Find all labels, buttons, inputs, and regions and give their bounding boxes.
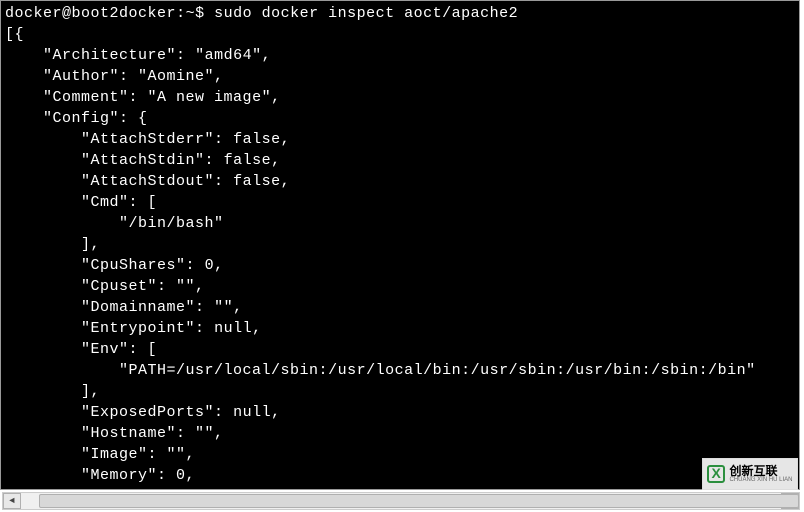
field-hostname-value: "", (195, 425, 224, 442)
field-architecture-value: "amd64", (195, 47, 271, 64)
field-config-key: "Config" (43, 110, 119, 127)
watermark-logo: 创新互联 CHUANG XIN HU LIAN (707, 465, 792, 483)
field-cpushares-key: "CpuShares" (81, 257, 186, 274)
field-cmd-value: [ (148, 194, 158, 211)
watermark-badge: 创新互联 CHUANG XIN HU LIAN (702, 458, 798, 490)
prompt-user: docker (5, 5, 62, 22)
field-cpuset-key: "Cpuset" (81, 278, 157, 295)
watermark-text: 创新互联 CHUANG XIN HU LIAN (729, 465, 792, 483)
field-architecture-key: "Architecture" (43, 47, 176, 64)
field-memoryswap-value: 0, (214, 488, 233, 490)
field-cmd-close: ], (81, 236, 100, 253)
field-domainname-key: "Domainname" (81, 299, 195, 316)
field-cpuset-value: "", (176, 278, 205, 295)
field-attachstdout-key: "AttachStdout" (81, 173, 214, 190)
field-entrypoint-key: "Entrypoint" (81, 320, 195, 337)
field-author-value: "Aomine", (138, 68, 224, 85)
field-attachstdout-value: false, (233, 173, 290, 190)
field-author-key: "Author" (43, 68, 119, 85)
field-domainname-value: "", (214, 299, 243, 316)
watermark-icon (707, 465, 725, 483)
command-text: sudo docker inspect aoct/apache2 (214, 5, 518, 22)
json-open: [{ (5, 26, 24, 43)
watermark-en: CHUANG XIN HU LIAN (729, 477, 792, 483)
field-env-item: "PATH=/usr/local/sbin:/usr/local/bin:/us… (119, 362, 756, 379)
field-memory-value: 0, (176, 467, 195, 484)
field-exposedports-key: "ExposedPorts" (81, 404, 214, 421)
scrollbar-track[interactable] (21, 493, 781, 509)
scrollbar-thumb[interactable] (39, 494, 799, 508)
prompt-host: boot2docker (72, 5, 177, 22)
field-attachstdin-key: "AttachStdin" (81, 152, 205, 169)
horizontal-scrollbar[interactable]: ◄ ► (2, 492, 800, 510)
field-hostname-key: "Hostname" (81, 425, 176, 442)
field-memoryswap-key: "MemorySwap" (81, 488, 195, 490)
field-env-value: [ (148, 341, 158, 358)
prompt-path: ~ (186, 5, 196, 22)
terminal-window: docker@boot2docker:~$ sudo docker inspec… (0, 0, 800, 490)
field-cpushares-value: 0, (205, 257, 224, 274)
field-cmd-key: "Cmd" (81, 194, 129, 211)
prompt-symbol: $ (195, 5, 205, 22)
terminal-output[interactable]: docker@boot2docker:~$ sudo docker inspec… (5, 3, 795, 490)
field-config-value: { (138, 110, 148, 127)
field-env-key: "Env" (81, 341, 129, 358)
field-entrypoint-value: null, (214, 320, 262, 337)
field-attachstdin-value: false, (224, 152, 281, 169)
field-exposedports-value: null, (233, 404, 281, 421)
field-comment-key: "Comment" (43, 89, 129, 106)
field-env-close: ], (81, 383, 100, 400)
field-comment-value: "A new image", (148, 89, 281, 106)
scrollbar-left-arrow[interactable]: ◄ (3, 493, 21, 509)
field-image-value: "", (167, 446, 196, 463)
field-memory-key: "Memory" (81, 467, 157, 484)
field-attachstderr-value: false, (233, 131, 290, 148)
field-cmd-item: "/bin/bash" (119, 215, 224, 232)
watermark-cn: 创新互联 (729, 465, 792, 477)
field-attachstderr-key: "AttachStderr" (81, 131, 214, 148)
field-image-key: "Image" (81, 446, 148, 463)
